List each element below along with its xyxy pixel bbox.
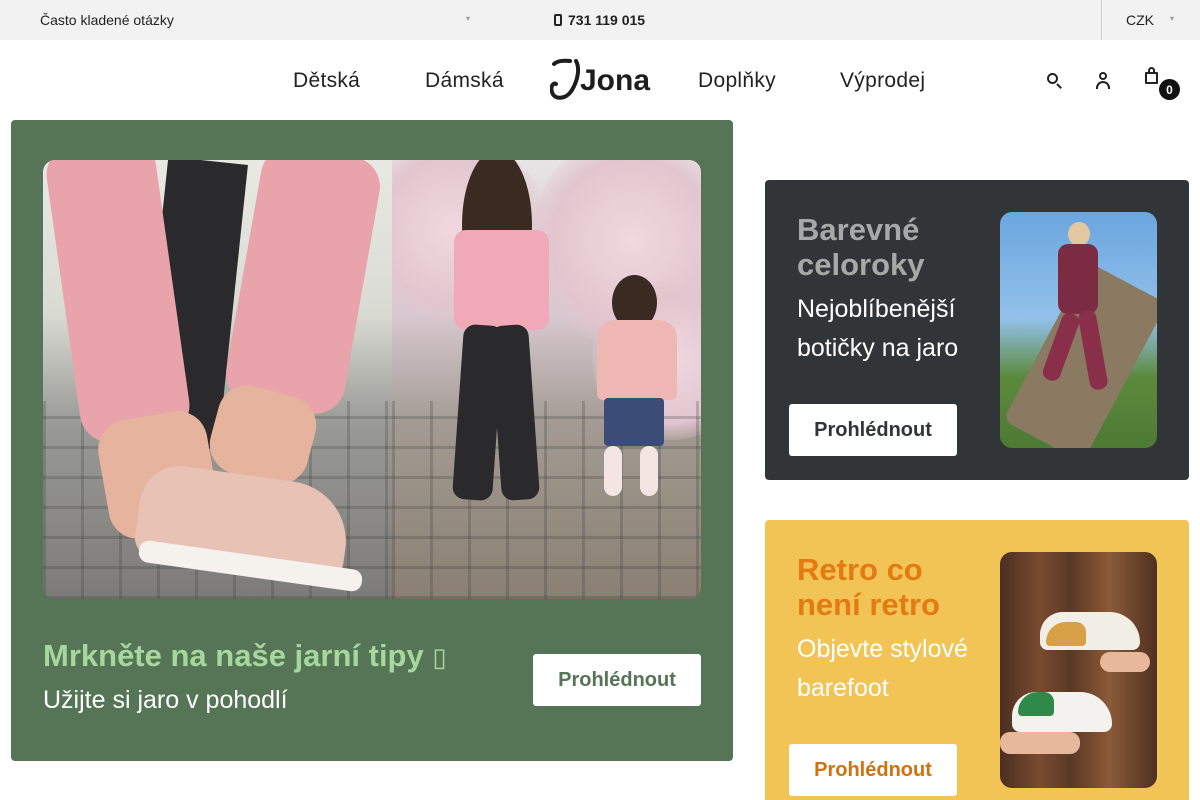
promo-subtitle: Nejoblíbenější botičky na jaro [797, 295, 959, 362]
promo-card-retro: Retro co není retro Objevte stylové bare… [765, 520, 1189, 800]
divider [1101, 0, 1102, 40]
main-header: Dětská Dámská Jonap Doplňky Výprodej [0, 40, 1200, 120]
phone-number: 731 119 015 [568, 12, 646, 28]
promo-cta-button[interactable]: Prohlédnout [789, 404, 957, 456]
hero-banner: Mrkněte na naše jarní tipy ▯ Užijte si j… [11, 120, 733, 761]
hero-subtitle: Užijte si jaro v pohodlí [43, 686, 288, 714]
logo-text: Jonap [580, 64, 652, 97]
phone-link[interactable]: 731 119 015 [554, 12, 645, 28]
faq-link[interactable]: Často kladené otázky [40, 12, 174, 28]
promo-image-girl-tree[interactable] [1000, 212, 1157, 448]
hero-photo-mother-daughter [392, 160, 701, 599]
hero-cta-button[interactable]: Prohlédnout [533, 654, 701, 706]
hero-title: Mrkněte na naše jarní tipy ▯ [43, 638, 447, 673]
promo-card-celoroky: Barevné celoroky Nejoblíbenější botičky … [765, 180, 1189, 480]
currency-selector[interactable]: CZK [1126, 12, 1154, 28]
hero-photo-shoes [43, 160, 392, 599]
phone-icon [554, 14, 562, 26]
chevron-down-icon[interactable]: ▾ [466, 14, 470, 23]
promo-title: Retro co není retro [797, 552, 940, 622]
user-icon[interactable] [1093, 70, 1113, 90]
top-bar: Často kladené otázky ▾ 731 119 015 CZK ▾ [0, 0, 1200, 40]
promo-cta-button[interactable]: Prohlédnout [789, 744, 957, 796]
nav-item-detska[interactable]: Dětská [293, 69, 360, 93]
promo-image-retro-shoes[interactable] [1000, 552, 1157, 788]
nav-item-damska[interactable]: Dámská [425, 69, 504, 93]
promo-subtitle: Objevte stylové barefoot [797, 635, 968, 702]
hero-image[interactable] [43, 160, 701, 599]
arrow-right-icon: ▯ [432, 642, 447, 672]
cart-icon[interactable] [1142, 66, 1162, 86]
nav-item-vyprodej[interactable]: Výprodej [840, 69, 925, 93]
promo-title: Barevné celoroky [797, 212, 925, 282]
nav-item-doplnky[interactable]: Doplňky [698, 69, 776, 93]
search-icon[interactable] [1044, 70, 1064, 90]
brand-logo[interactable]: Jonap [550, 58, 652, 102]
chevron-down-icon[interactable]: ▾ [1170, 14, 1174, 23]
cart-count-badge: 0 [1159, 79, 1180, 100]
